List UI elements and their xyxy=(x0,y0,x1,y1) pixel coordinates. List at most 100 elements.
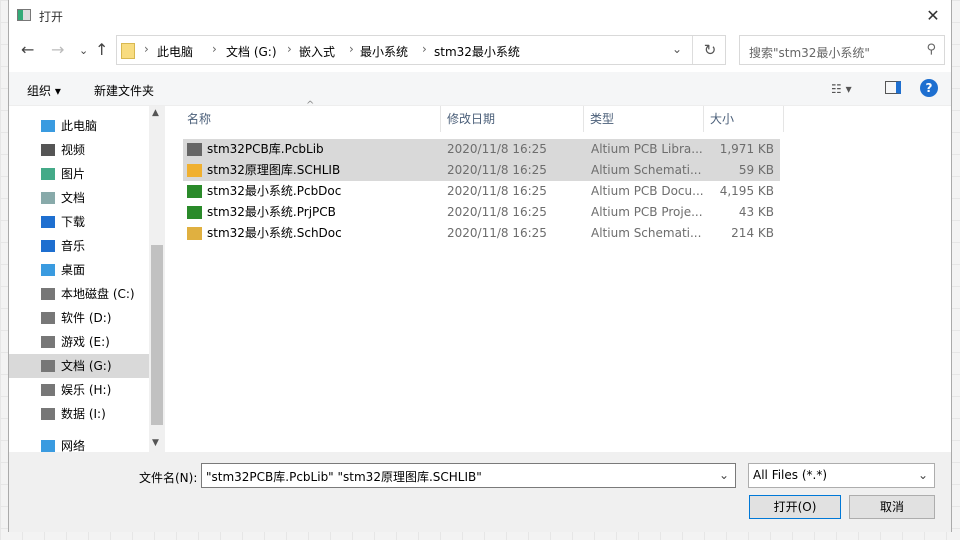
chevron-right-icon: › xyxy=(212,42,217,56)
sidebar-item-label: 数据 (I:) xyxy=(61,407,106,421)
breadcrumb-item[interactable]: 嵌入式 xyxy=(299,43,335,60)
new-folder-button[interactable]: 新建文件夹 xyxy=(94,82,154,99)
forward-button[interactable]: → xyxy=(51,40,64,59)
search-input[interactable]: 搜索"stm32最小系统" ⚲ xyxy=(739,35,945,65)
sidebar-item-label: 视频 xyxy=(61,143,86,157)
file-name: stm32原理图库.SCHLIB xyxy=(207,163,341,177)
sidebar-item[interactable]: 此电脑 xyxy=(9,114,149,138)
sidebar-item[interactable]: 文档 (G:) xyxy=(9,354,149,378)
sidebar-item[interactable]: 文档 xyxy=(9,186,149,210)
drive-icon xyxy=(41,408,55,420)
view-options-icon[interactable]: ☷ ▾ xyxy=(831,82,852,96)
sidebar-item-label: 下载 xyxy=(61,215,86,229)
file-icon xyxy=(187,227,202,240)
open-file-dialog: 打开 ✕ ← → ⌄ ↑ › 此电脑 › 文档 (G:) › 嵌入式 › 最小系… xyxy=(8,0,952,532)
chevron-right-icon: › xyxy=(422,42,427,56)
file-icon xyxy=(187,206,202,219)
sidebar-item-label: 此电脑 xyxy=(61,119,98,133)
file-name: stm32最小系统.SchDoc xyxy=(207,226,342,240)
breadcrumb-item[interactable]: 文档 (G:) xyxy=(226,43,277,60)
file-row[interactable]: stm32PCB库.PcbLib 2020/11/8 16:25 Altium … xyxy=(183,139,780,160)
file-type: Altium Schemati... xyxy=(591,226,702,240)
sidebar-item[interactable]: 娱乐 (H:) xyxy=(9,378,149,402)
open-button[interactable]: 打开(O) xyxy=(749,495,841,519)
sidebar-item[interactable]: 游戏 (E:) xyxy=(9,330,149,354)
file-name: stm32最小系统.PrjPCB xyxy=(207,205,336,219)
preview-pane-button[interactable] xyxy=(885,81,901,94)
chevron-down-icon: ⌄ xyxy=(917,468,928,482)
scroll-down-icon[interactable]: ▼ xyxy=(152,438,159,448)
file-type: Altium PCB Proje... xyxy=(591,205,703,219)
address-dropdown-icon[interactable]: ⌄ xyxy=(672,42,682,56)
file-size: 4,195 KB xyxy=(719,184,774,198)
file-row[interactable]: stm32最小系统.PrjPCB 2020/11/8 16:25 Altium … xyxy=(183,202,780,223)
sidebar-item[interactable]: 软件 (D:) xyxy=(9,306,149,330)
file-type-value: All Files (*.*) xyxy=(753,468,828,482)
sidebar-item[interactable]: 下载 xyxy=(9,210,149,234)
file-type: Altium PCB Libra... xyxy=(591,142,703,156)
video-icon xyxy=(41,144,55,156)
sidebar-item[interactable]: 桌面 xyxy=(9,258,149,282)
scroll-up-icon[interactable]: ▲ xyxy=(152,108,159,118)
file-row[interactable]: stm32原理图库.SCHLIB 2020/11/8 16:25 Altium … xyxy=(183,160,780,181)
file-name: stm32最小系统.PcbDoc xyxy=(207,184,342,198)
file-name: stm32PCB库.PcbLib xyxy=(207,142,324,156)
column-header-name[interactable]: 名称 xyxy=(181,106,441,132)
title-bar: 打开 ✕ xyxy=(9,0,951,32)
recent-locations-button[interactable]: ⌄ xyxy=(79,44,88,57)
breadcrumb-item[interactable]: stm32最小系统 xyxy=(434,43,520,60)
scrollbar-thumb[interactable] xyxy=(151,245,163,425)
file-size: 43 KB xyxy=(738,205,774,219)
file-icon xyxy=(187,164,202,177)
up-button[interactable]: ↑ xyxy=(95,40,108,59)
sidebar-item-label: 音乐 xyxy=(61,239,86,253)
drive-icon xyxy=(41,336,55,348)
file-list: ^ 名称 修改日期 类型 大小 stm32PCB库.PcbLib 2020/11… xyxy=(169,100,953,452)
sidebar-item[interactable]: 数据 (I:) xyxy=(9,402,149,426)
file-date: 2020/11/8 16:25 xyxy=(447,163,547,177)
file-size: 1,971 KB xyxy=(719,142,774,156)
chevron-right-icon: › xyxy=(287,42,292,56)
sidebar-item[interactable]: 图片 xyxy=(9,162,149,186)
documents-icon xyxy=(41,192,55,204)
chevron-down-icon[interactable]: ⌄ xyxy=(719,468,729,482)
chevron-right-icon: › xyxy=(144,42,149,56)
refresh-button[interactable]: ↻ xyxy=(692,36,727,64)
file-row[interactable]: stm32最小系统.PcbDoc 2020/11/8 16:25 Altium … xyxy=(183,181,780,202)
close-button[interactable]: ✕ xyxy=(923,6,943,26)
toolbar: 组织 ▾ 新建文件夹 ☷ ▾ ? xyxy=(9,72,951,106)
sidebar-item-label: 软件 (D:) xyxy=(61,311,112,325)
sidebar-item[interactable]: 本地磁盘 (C:) xyxy=(9,282,149,306)
address-bar[interactable]: › 此电脑 › 文档 (G:) › 嵌入式 › 最小系统 › stm32最小系统… xyxy=(116,35,726,65)
download-icon xyxy=(41,216,55,228)
search-icon: ⚲ xyxy=(926,42,936,57)
column-header-date[interactable]: 修改日期 xyxy=(441,106,584,132)
file-type-select[interactable]: All Files (*.*) ⌄ xyxy=(748,463,935,488)
cancel-button[interactable]: 取消 xyxy=(849,495,935,519)
filename-input[interactable]: "stm32PCB库.PcbLib" "stm32原理图库.SCHLIB" ⌄ xyxy=(201,463,736,488)
file-date: 2020/11/8 16:25 xyxy=(447,184,547,198)
sidebar-item-label: 图片 xyxy=(61,167,86,181)
sidebar-item-label: 桌面 xyxy=(61,263,86,277)
column-header-size[interactable]: 大小 xyxy=(704,106,784,132)
file-row[interactable]: stm32最小系统.SchDoc 2020/11/8 16:25 Altium … xyxy=(183,223,780,244)
computer-icon xyxy=(41,120,55,132)
desktop-icon xyxy=(41,264,55,276)
sidebar-item[interactable]: 视频 xyxy=(9,138,149,162)
navigation-pane: 此电脑视频图片文档下载音乐桌面本地磁盘 (C:) 软件 (D:) 游戏 (E:) 文档… xyxy=(9,106,164,453)
breadcrumb-item[interactable]: 此电脑 xyxy=(157,43,193,60)
help-button[interactable]: ? xyxy=(920,79,938,97)
column-header-type[interactable]: 类型 xyxy=(584,106,704,132)
sidebar-item[interactable]: 音乐 xyxy=(9,234,149,258)
drive-icon xyxy=(41,312,55,324)
organize-button[interactable]: 组织 ▾ xyxy=(27,82,61,99)
file-date: 2020/11/8 16:25 xyxy=(447,142,547,156)
breadcrumb-item[interactable]: 最小系统 xyxy=(360,43,408,60)
back-button[interactable]: ← xyxy=(21,40,34,59)
network-icon xyxy=(41,440,55,452)
dialog-footer: 文件名(N): "stm32PCB库.PcbLib" "stm32原理图库.SC… xyxy=(9,452,951,532)
file-type: Altium Schemati... xyxy=(591,163,702,177)
file-icon xyxy=(187,143,202,156)
drive-icon xyxy=(41,384,55,396)
filename-value: "stm32PCB库.PcbLib" "stm32原理图库.SCHLIB" xyxy=(206,470,482,484)
